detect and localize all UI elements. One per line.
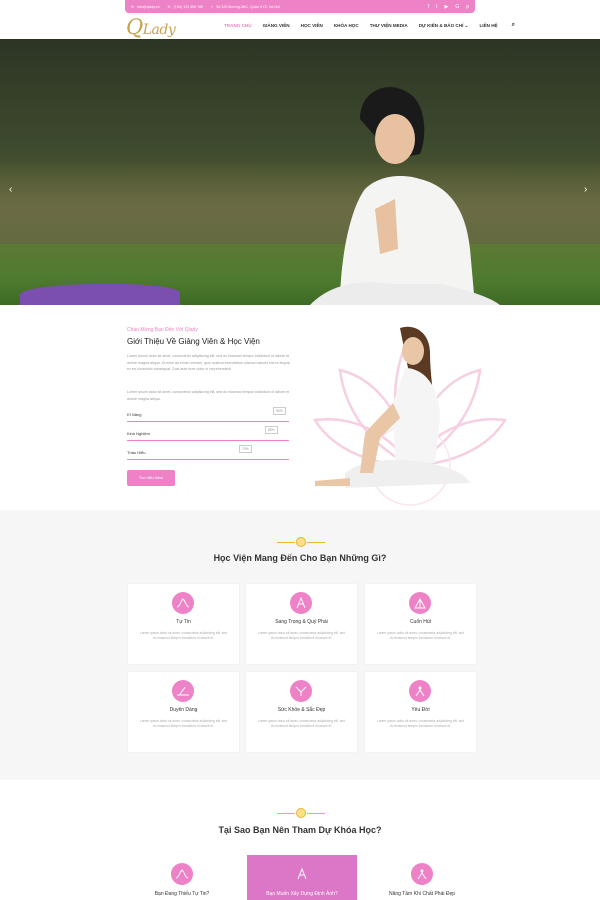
yoga-pose-icon: [171, 863, 193, 885]
email-info[interactable]: ✉ info@qlady.vn: [131, 5, 160, 9]
youtube-icon[interactable]: ▶: [444, 4, 448, 10]
skill-label: Kĩ Năng: [127, 412, 142, 417]
benefit-text: Lorem ipsum dolor sit amet, consectetur …: [376, 719, 465, 729]
phone-text: (+84) 123 456 789: [173, 4, 204, 9]
charm-icon: [409, 592, 431, 614]
benefit-title: Sức Khỏe & Sắc Đẹp: [277, 707, 326, 713]
slider-prev-button[interactable]: ‹: [9, 184, 12, 195]
nav-item-students[interactable]: HỌC VIÊN: [301, 23, 323, 29]
learn-more-button[interactable]: Tìm hiểu thêm: [127, 470, 175, 486]
phone-icon: ✆: [167, 4, 171, 9]
confidence-icon: [172, 592, 194, 614]
skill-percent: 85%: [265, 426, 278, 434]
logo[interactable]: QLady: [126, 15, 176, 39]
logo-initial: Q: [126, 15, 143, 39]
address-text: Số 123 Đường ABC, Quận XYZ, Hà Nội: [216, 4, 280, 9]
nav-item-courses[interactable]: KHÓA HỌC: [334, 23, 359, 29]
pinterest-icon[interactable]: p: [466, 4, 469, 10]
email-text: info@qlady.vn: [137, 4, 160, 9]
sun-icon: [296, 808, 306, 818]
skill-label: Thấu Hiểu: [127, 450, 146, 455]
health-icon: [290, 680, 312, 702]
benefit-card: Cuốn Hút Lorem ipsum dolor sit amet, con…: [365, 584, 476, 664]
reason-title: Nâng Tầm Khí Chất Phái Đẹp: [388, 891, 456, 897]
yoga-mat: [20, 284, 180, 305]
reason-item-active[interactable]: Bạn Muốn Xây Dựng Định Ảnh?: [247, 855, 357, 900]
benefit-card: Sang Trọng & Quý Phái Lorem ipsum dolor …: [246, 584, 357, 664]
yoga-pose-image: [315, 326, 470, 488]
skill-percent: 90%: [273, 407, 286, 415]
nav-item-instructors[interactable]: GIẢNG VIÊN: [263, 23, 290, 29]
nav-item-contact[interactable]: LIÊN HỆ: [480, 23, 498, 29]
nav-item-media[interactable]: THƯ VIỆN MEDIA: [370, 23, 408, 29]
elegance-icon: [290, 592, 312, 614]
nav-item-press[interactable]: DỰ KIẾN & BÁO CHÍ ⌄: [419, 23, 469, 29]
skill-bar: Thấu Hiểu 70%: [127, 445, 289, 460]
benefit-text: Lorem ipsum dolor sit amet, consectetur …: [139, 631, 228, 641]
skill-label: Kinh Nghiệm: [127, 431, 150, 436]
skill-percent: 70%: [239, 445, 252, 453]
chevron-down-icon: ⌄: [464, 23, 469, 28]
section-divider: [277, 808, 325, 818]
benefit-title: Yêu Đời: [411, 707, 430, 713]
about-section: Chào Mừng Bạn Đến Với Qlady Giới Thiệu V…: [0, 305, 600, 510]
meditating-woman-image: [310, 87, 500, 305]
about-paragraph-2: Lorem ipsum dolor sit amet, consectetur …: [127, 390, 290, 401]
yoga-pose-icon: [291, 863, 313, 885]
benefit-text: Lorem ipsum dolor sit amet, consectetur …: [139, 719, 228, 729]
phone-info[interactable]: ✆ (+84) 123 456 789: [168, 5, 204, 9]
envelope-icon: ✉: [131, 4, 135, 9]
benefit-text: Lorem ipsum dolor sit amet, consectetur …: [257, 631, 346, 641]
yoga-pose-icon: [411, 863, 433, 885]
skill-bar: Kinh Nghiệm 85%: [127, 426, 289, 441]
benefit-card: Yêu Đời Lorem ipsum dolor sit amet, cons…: [365, 672, 476, 752]
top-bar: ✉ info@qlady.vn ✆ (+84) 123 456 789 ⌖ Số 12…: [125, 0, 475, 13]
search-icon[interactable]: ⌕: [512, 22, 515, 29]
reason-item[interactable]: Bạn Đang Thiếu Tự Tin?: [127, 855, 237, 900]
benefit-title: Sang Trọng & Quý Phái: [275, 619, 328, 625]
slider-next-button[interactable]: ›: [584, 184, 587, 195]
reasons-section: Tại Sao Bạn Nên Tham Dự Khóa Học? Bạn Đa…: [0, 780, 600, 900]
reasons-title: Tại Sao Bạn Nên Tham Dự Khóa Học?: [218, 825, 382, 835]
benefit-card: Sức Khỏe & Sắc Đẹp Lorem ipsum dolor sit…: [246, 672, 357, 752]
reason-title: Bạn Đang Thiếu Tự Tin?: [154, 891, 210, 897]
section-divider: [277, 537, 325, 547]
about-eyebrow: Chào Mừng Bạn Đến Với Qlady: [127, 327, 198, 333]
google-plus-icon[interactable]: G: [455, 4, 459, 10]
skill-bar: Kĩ Năng 90%: [127, 407, 289, 422]
location-icon: ⌖: [211, 4, 214, 9]
grace-icon: [172, 680, 194, 702]
benefit-title: Duyên Dáng: [169, 707, 198, 713]
nav-item-press-label: DỰ KIẾN & BÁO CHÍ: [418, 23, 464, 28]
nav-item-home[interactable]: TRANG CHỦ: [224, 23, 252, 29]
hero-slider: ‹ ›: [0, 39, 600, 305]
benefit-card: Tự Tin Lorem ipsum dolor sit amet, conse…: [128, 584, 239, 664]
menu: TRANG CHỦ GIẢNG VIÊN HỌC VIÊN KHÓA HỌC T…: [224, 22, 515, 29]
social-links: f t ▶ G p: [428, 4, 469, 10]
benefit-text: Lorem ipsum dolor sit amet, consectetur …: [257, 719, 346, 729]
about-paragraph-1: Lorem ipsum dolor sit amet, consectetur …: [127, 354, 290, 371]
about-title: Giới Thiệu Về Giảng Viên & Học Viện: [127, 337, 260, 346]
facebook-icon[interactable]: f: [428, 4, 429, 10]
sun-icon: [296, 537, 306, 547]
logo-text: Lady: [142, 22, 176, 38]
main-nav: QLady TRANG CHỦ GIẢNG VIÊN HỌC VIÊN KHÓA…: [0, 13, 600, 39]
reason-item[interactable]: Nâng Tầm Khí Chất Phái Đẹp: [367, 855, 477, 900]
reason-title: Bạn Muốn Xây Dựng Định Ảnh?: [266, 891, 338, 897]
joy-icon: [409, 680, 431, 702]
benefit-title: Tự Tin: [176, 619, 191, 625]
benefits-section: Học Viện Mang Đến Cho Bạn Những Gì? Tự T…: [0, 510, 600, 780]
benefit-text: Lorem ipsum dolor sit amet, consectetur …: [376, 631, 465, 641]
benefits-title: Học Viện Mang Đến Cho Bạn Những Gì?: [213, 553, 387, 563]
benefit-title: Cuốn Hút: [409, 619, 432, 625]
twitter-icon[interactable]: t: [436, 4, 437, 10]
benefit-card: Duyên Dáng Lorem ipsum dolor sit amet, c…: [128, 672, 239, 752]
address-info: ⌖ Số 123 Đường ABC, Quận XYZ, Hà Nội: [211, 5, 280, 9]
